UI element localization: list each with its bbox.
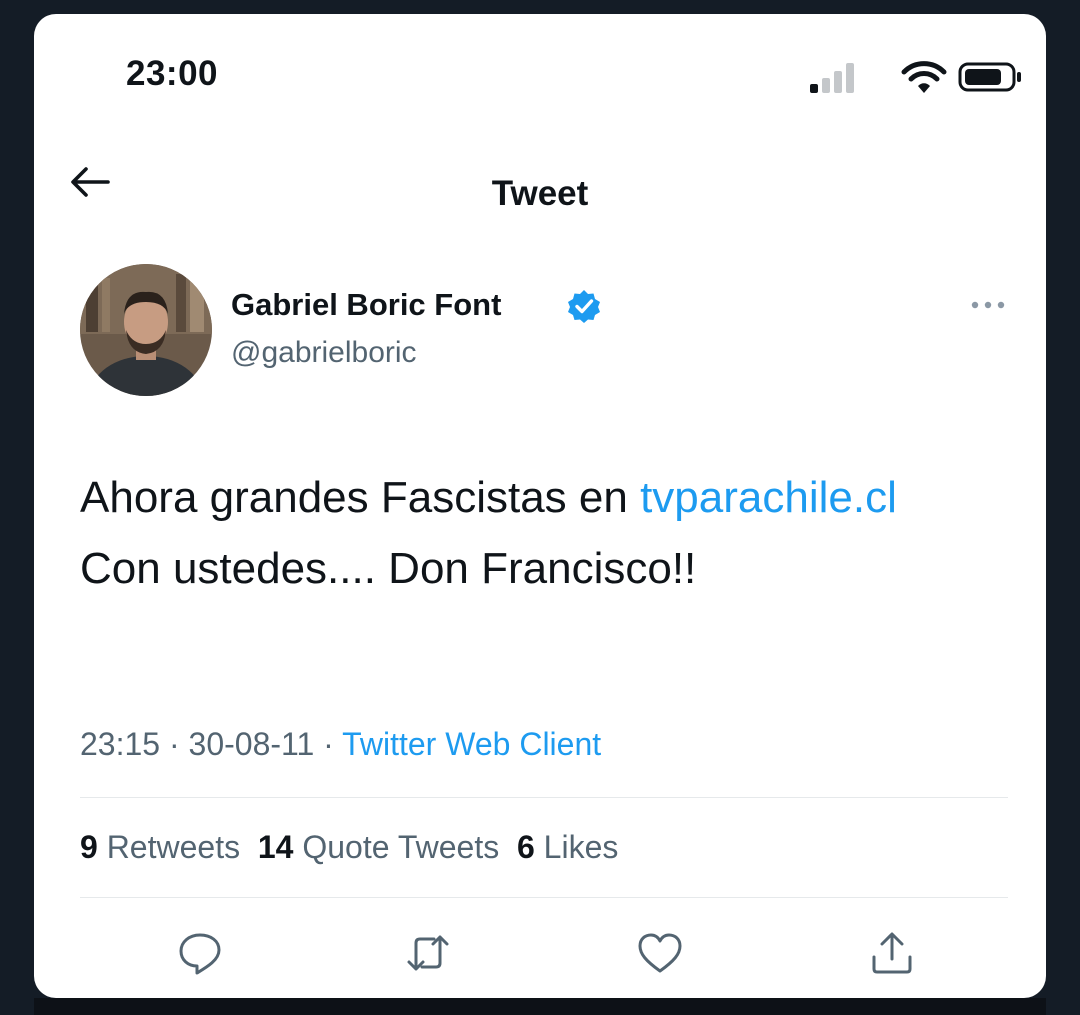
cellular-signal-icon [810, 63, 854, 93]
share-icon[interactable] [868, 929, 916, 977]
tweet-screen: 23:00 Tweet Gabriel Boric Font @gabrielb… [34, 14, 1046, 998]
author-name[interactable]: Gabriel Boric Font [231, 287, 501, 323]
meta-separator: · [160, 726, 189, 762]
reply-icon[interactable] [176, 929, 224, 977]
tweet-link[interactable]: tvparachile.cl [640, 473, 897, 522]
author-handle[interactable]: @gabrielboric [231, 336, 417, 370]
retweet-icon[interactable] [404, 929, 452, 977]
likes-count: 6 [516, 829, 535, 865]
battery-icon [958, 62, 1021, 92]
tweet-time[interactable]: 23:15 [80, 726, 160, 762]
quote-tweets-label: Quote Tweets [293, 829, 500, 865]
retweets-stat[interactable]: 9 Retweets [80, 829, 240, 865]
meta-separator: · [314, 726, 343, 762]
tweet-meta: 23:15 · 30-08-11 · Twitter Web Client [80, 726, 601, 763]
bottom-edge [34, 998, 1046, 1015]
likes-label: Likes [534, 829, 619, 865]
more-options-icon[interactable] [968, 297, 1008, 313]
like-icon[interactable] [636, 929, 684, 977]
divider [80, 897, 1008, 898]
wifi-icon [901, 61, 947, 93]
divider [80, 797, 1008, 798]
tweet-date[interactable]: 30-08-11 [189, 726, 315, 762]
tweet-text-start: Ahora grandes Fascistas en [80, 473, 641, 522]
retweets-label: Retweets [97, 829, 241, 865]
verified-badge-icon [568, 290, 600, 323]
status-time: 23:00 [126, 54, 219, 93]
quote-tweets-count: 14 [257, 829, 294, 865]
page-title: Tweet [491, 174, 589, 213]
tweet-source[interactable]: Twitter Web Client [342, 726, 601, 762]
retweets-count: 9 [80, 829, 98, 865]
engagement-stats: 9 Retweets 14 Quote Tweets 6 Likes [80, 829, 618, 866]
tweet-text: Ahora grandes Fascistas en tvparachile.c… [80, 462, 980, 604]
status-icons [804, 60, 1021, 94]
likes-stat[interactable]: 6 Likes [517, 829, 618, 865]
quote-tweets-stat[interactable]: 14 Quote Tweets [258, 829, 499, 865]
avatar[interactable] [80, 264, 212, 396]
avatar-image [80, 264, 212, 396]
tweet-text-end: Con ustedes.... Don Francisco!! [80, 544, 697, 593]
